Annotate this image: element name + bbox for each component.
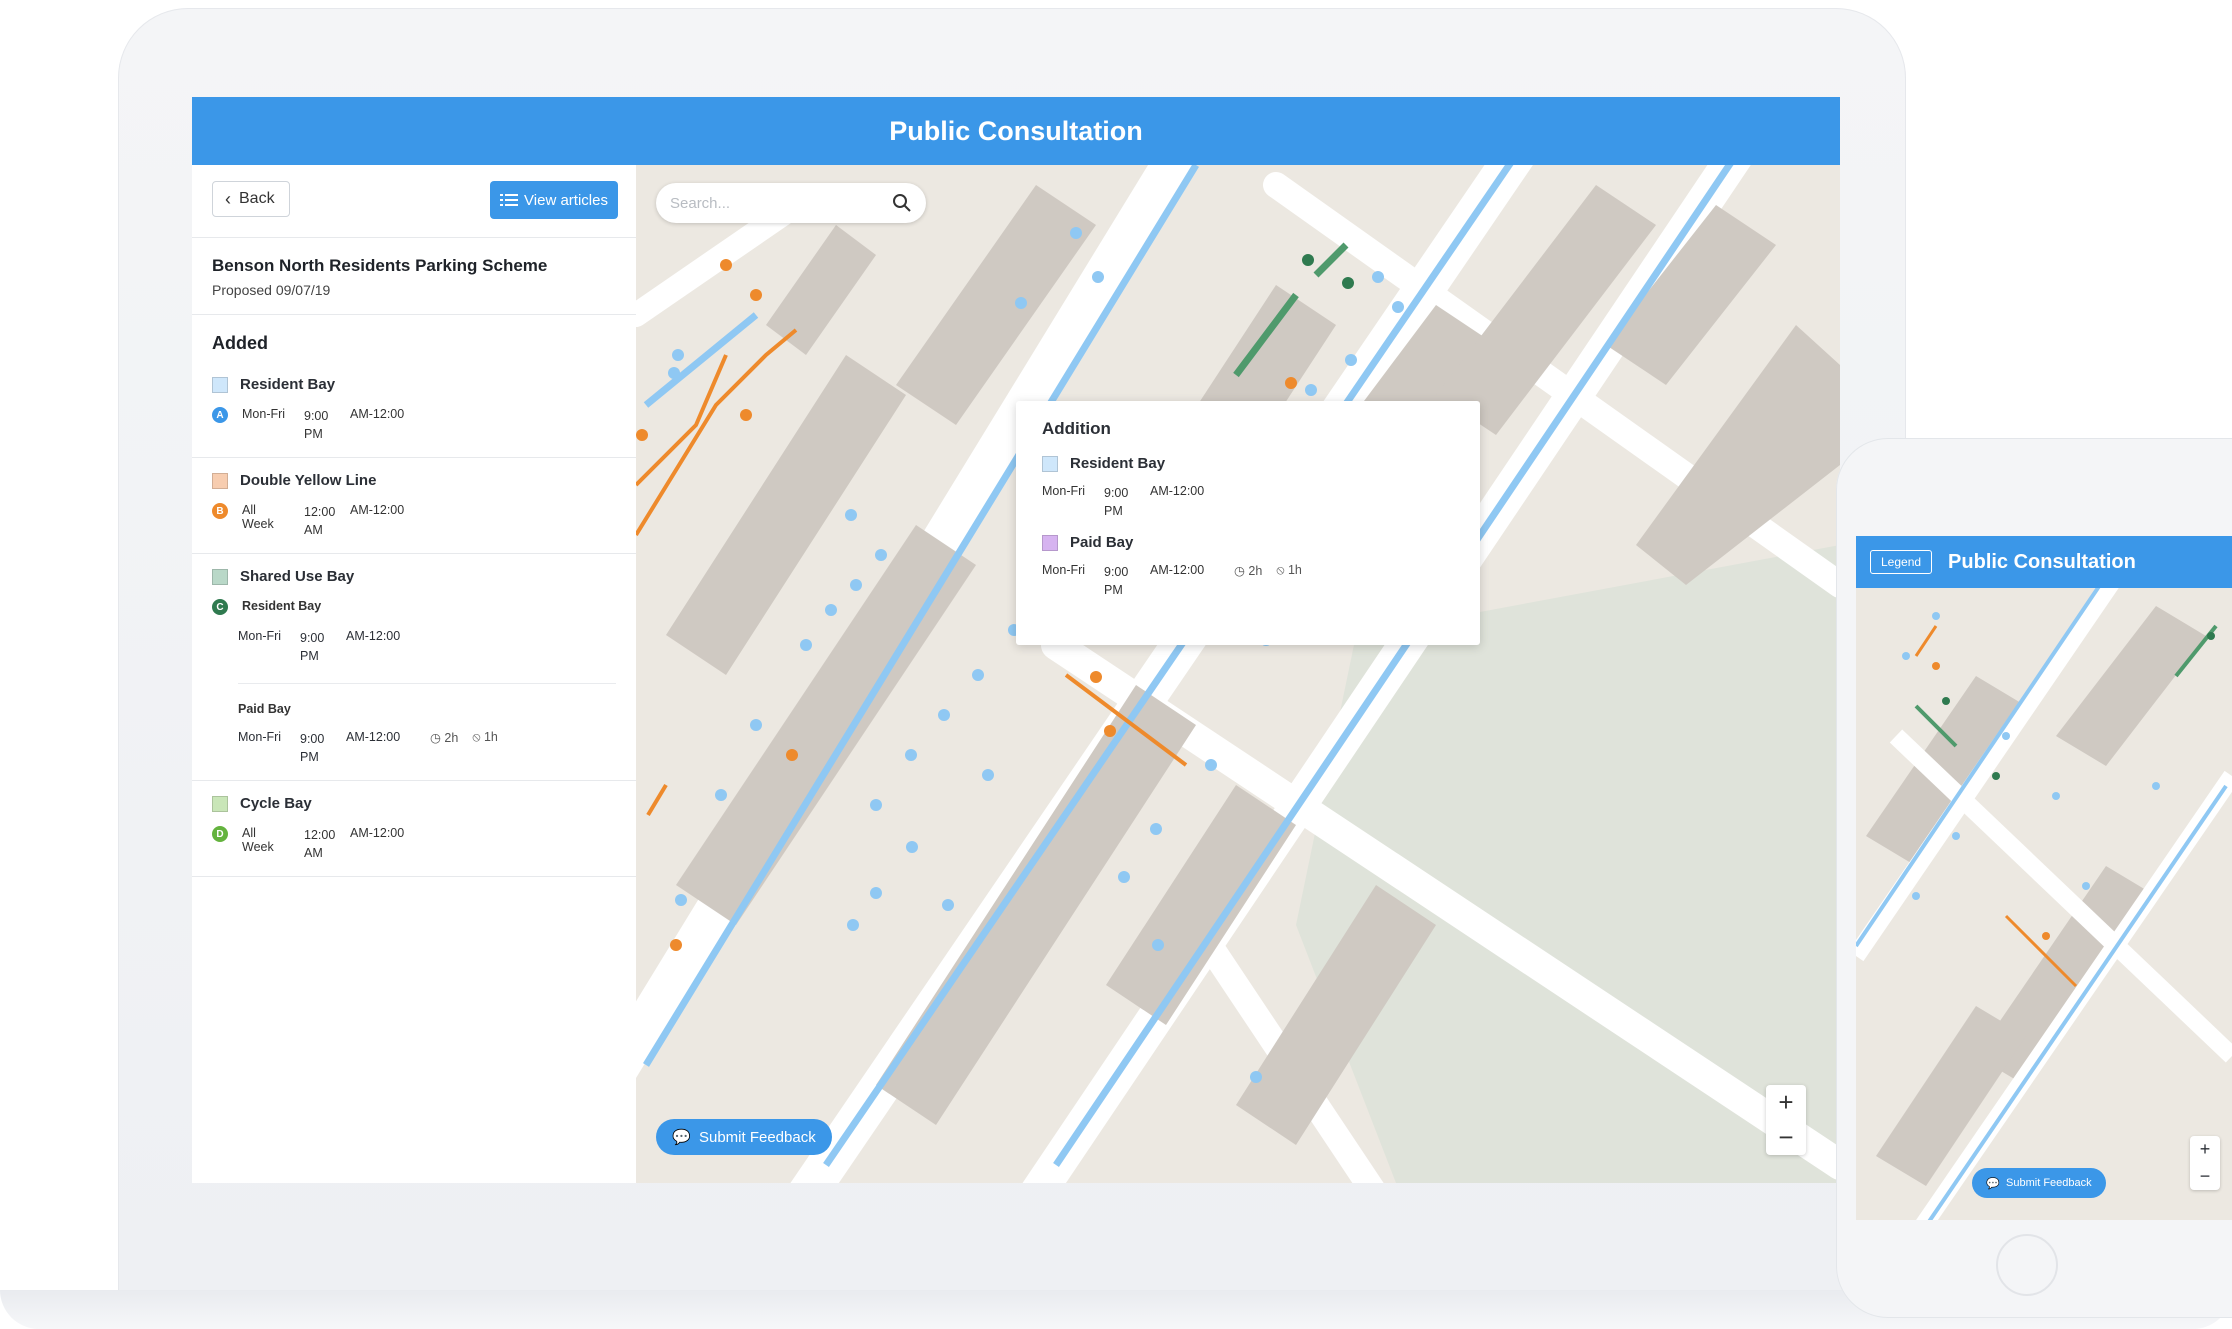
scheme-title: Benson North Residents Parking Scheme (212, 256, 548, 275)
resident-bay-swatch (1042, 455, 1058, 472)
no-entry-icon: ⦸ (472, 730, 481, 744)
popup-title: Addition (1042, 419, 1111, 438)
entry-days: Mon-Fri (238, 629, 282, 643)
map-popup: Addition Resident Bay Mon-Fri 9:00 PM AM… (1016, 401, 1480, 645)
scheme-status: Proposed 09/07/19 (212, 282, 331, 298)
no-return-value: 1h (483, 730, 498, 744)
laptop-screen: Public Consultation ‹ Back View articles… (192, 97, 1840, 1183)
max-stay: ◷ 2h (1234, 563, 1262, 578)
entry-days: Mon-Fri (242, 407, 286, 421)
phone-map-canvas[interactable] (1856, 536, 2232, 1220)
list-icon (500, 194, 519, 206)
phone-header: Legend Public Consultation (1856, 536, 2232, 588)
submit-feedback-button[interactable]: 💬 Submit Feedback (656, 1119, 832, 1155)
cycle-bay-swatch (212, 795, 228, 812)
submit-feedback-label: Submit Feedback (698, 1128, 816, 1146)
phone-screen: Legend Public Consultation 💬 Submit Feed… (1856, 536, 2232, 1220)
entry-start: 12:00 AM (304, 828, 336, 860)
entry-start: 12:00 AM (304, 505, 336, 537)
legend-entry-double-yellow-line[interactable]: Double Yellow Line B All Week 12:00 AM A… (192, 458, 636, 554)
badge-c-icon: C (212, 599, 228, 615)
sidebar: ‹ Back View articles Benson North Reside… (192, 165, 637, 1183)
double-yellow-line-swatch (212, 472, 228, 489)
entry-title: Double Yellow Line (240, 472, 377, 489)
clock-icon: ◷ (430, 731, 441, 745)
max-stay: ◷ 2h (430, 730, 458, 766)
phone-home-button[interactable] (1996, 1234, 2058, 1296)
legend-entry-cycle-bay[interactable]: Cycle Bay D All Week 12:00 AM AM-12:00 (192, 781, 636, 877)
entry-start: 9:00 PM (1104, 486, 1129, 518)
section-added-title: Added (212, 333, 268, 353)
app-header: Public Consultation (192, 97, 1840, 165)
popup-item-title: Resident Bay (1070, 455, 1166, 472)
no-return-value: 1h (1287, 563, 1302, 577)
entry-end: AM-12:00 (346, 629, 401, 643)
entry-days: All Week (242, 503, 274, 531)
zoom-in-button[interactable]: + (1778, 1087, 1793, 1118)
clock-icon: ◷ (1234, 564, 1245, 578)
sidebar-toolbar: ‹ Back View articles (192, 165, 636, 238)
chevron-left-icon: ‹ (225, 188, 231, 209)
no-return: ⦸ 1h (472, 730, 498, 766)
phone-page-title: Public Consultation (1948, 550, 2136, 573)
entry-end: AM-12:00 (350, 503, 405, 517)
phone-zoom-out-button[interactable]: − (2200, 1166, 2211, 1187)
badge-a-icon: A (212, 407, 228, 423)
entry-end: AM-12:00 (350, 826, 405, 840)
view-articles-label: View articles (524, 191, 608, 209)
entry-end: AM-12:00 (350, 407, 405, 421)
divider (238, 683, 616, 684)
entry-end: AM-12:00 (1150, 563, 1205, 577)
popup-item-resident-bay: Resident Bay (1042, 455, 1454, 472)
entry-title: Resident Bay (240, 376, 336, 393)
popup-item-title: Paid Bay (1070, 534, 1134, 551)
entry-title: Cycle Bay (240, 795, 312, 812)
phone-zoom-in-button[interactable]: + (2200, 1139, 2211, 1160)
sub-entry-title: Resident Bay (242, 599, 322, 613)
phone-frame: Legend Public Consultation 💬 Submit Feed… (1836, 438, 2232, 1318)
entry-days: Mon-Fri (1042, 484, 1086, 498)
phone-zoom-control: + − (2190, 1136, 2220, 1190)
search-placeholder: Search... (670, 194, 731, 212)
map-view[interactable]: Search... Addition Resident Bay Mon-Fri … (636, 165, 1840, 1183)
entry-start: 9:00 PM (300, 631, 325, 663)
resident-bay-swatch (212, 376, 228, 393)
sub-entry-title: Paid Bay (238, 702, 291, 716)
chat-bubble-icon: 💬 (1986, 1177, 2001, 1190)
paid-bay-swatch (1042, 534, 1058, 551)
phone-submit-feedback-label: Submit Feedback (2006, 1177, 2092, 1189)
legend-entry-resident-bay[interactable]: Resident Bay A Mon-Fri 9:00 PM AM-12:00 (192, 362, 636, 458)
back-label: Back (239, 190, 275, 207)
scheme-header: Benson North Residents Parking Scheme Pr… (192, 238, 636, 315)
legend-button[interactable]: Legend (1870, 550, 1933, 574)
back-button[interactable]: ‹ Back (212, 181, 290, 217)
entry-days: Mon-Fri (1042, 563, 1086, 577)
shared-use-bay-swatch (212, 568, 228, 585)
phone-submit-feedback-button[interactable]: 💬 Submit Feedback (1972, 1168, 2106, 1198)
map-canvas[interactable] (636, 165, 1840, 1183)
popup-item-paid-bay: Paid Bay (1042, 534, 1454, 551)
zoom-control: + − (1766, 1085, 1806, 1155)
badge-d-icon: D (212, 826, 228, 842)
entry-start: 9:00 PM (1104, 565, 1129, 597)
page-title: Public Consultation (889, 115, 1143, 146)
view-articles-button[interactable]: View articles (490, 181, 618, 219)
legend-entry-shared-use-bay[interactable]: Shared Use Bay C Resident Bay Mon-Fri 9:… (192, 554, 636, 781)
max-stay-value: 2h (1248, 564, 1263, 578)
no-return: ⦸ 1h (1276, 563, 1302, 578)
entry-end: AM-12:00 (346, 730, 401, 744)
search-icon[interactable] (892, 193, 912, 213)
map-search-input[interactable]: Search... (656, 183, 926, 223)
no-entry-icon: ⦸ (1276, 563, 1285, 577)
max-stay-value: 2h (444, 731, 459, 745)
entry-start: 9:00 PM (300, 732, 325, 764)
entry-end: AM-12:00 (1150, 484, 1205, 498)
entry-title: Shared Use Bay (240, 568, 355, 585)
entry-days: All Week (242, 826, 274, 854)
zoom-out-button[interactable]: − (1778, 1122, 1793, 1153)
entry-start: 9:00 PM (304, 409, 329, 441)
chat-bubble-icon: 💬 (672, 1129, 691, 1146)
badge-b-icon: B (212, 503, 228, 519)
entry-days: Mon-Fri (238, 730, 282, 744)
